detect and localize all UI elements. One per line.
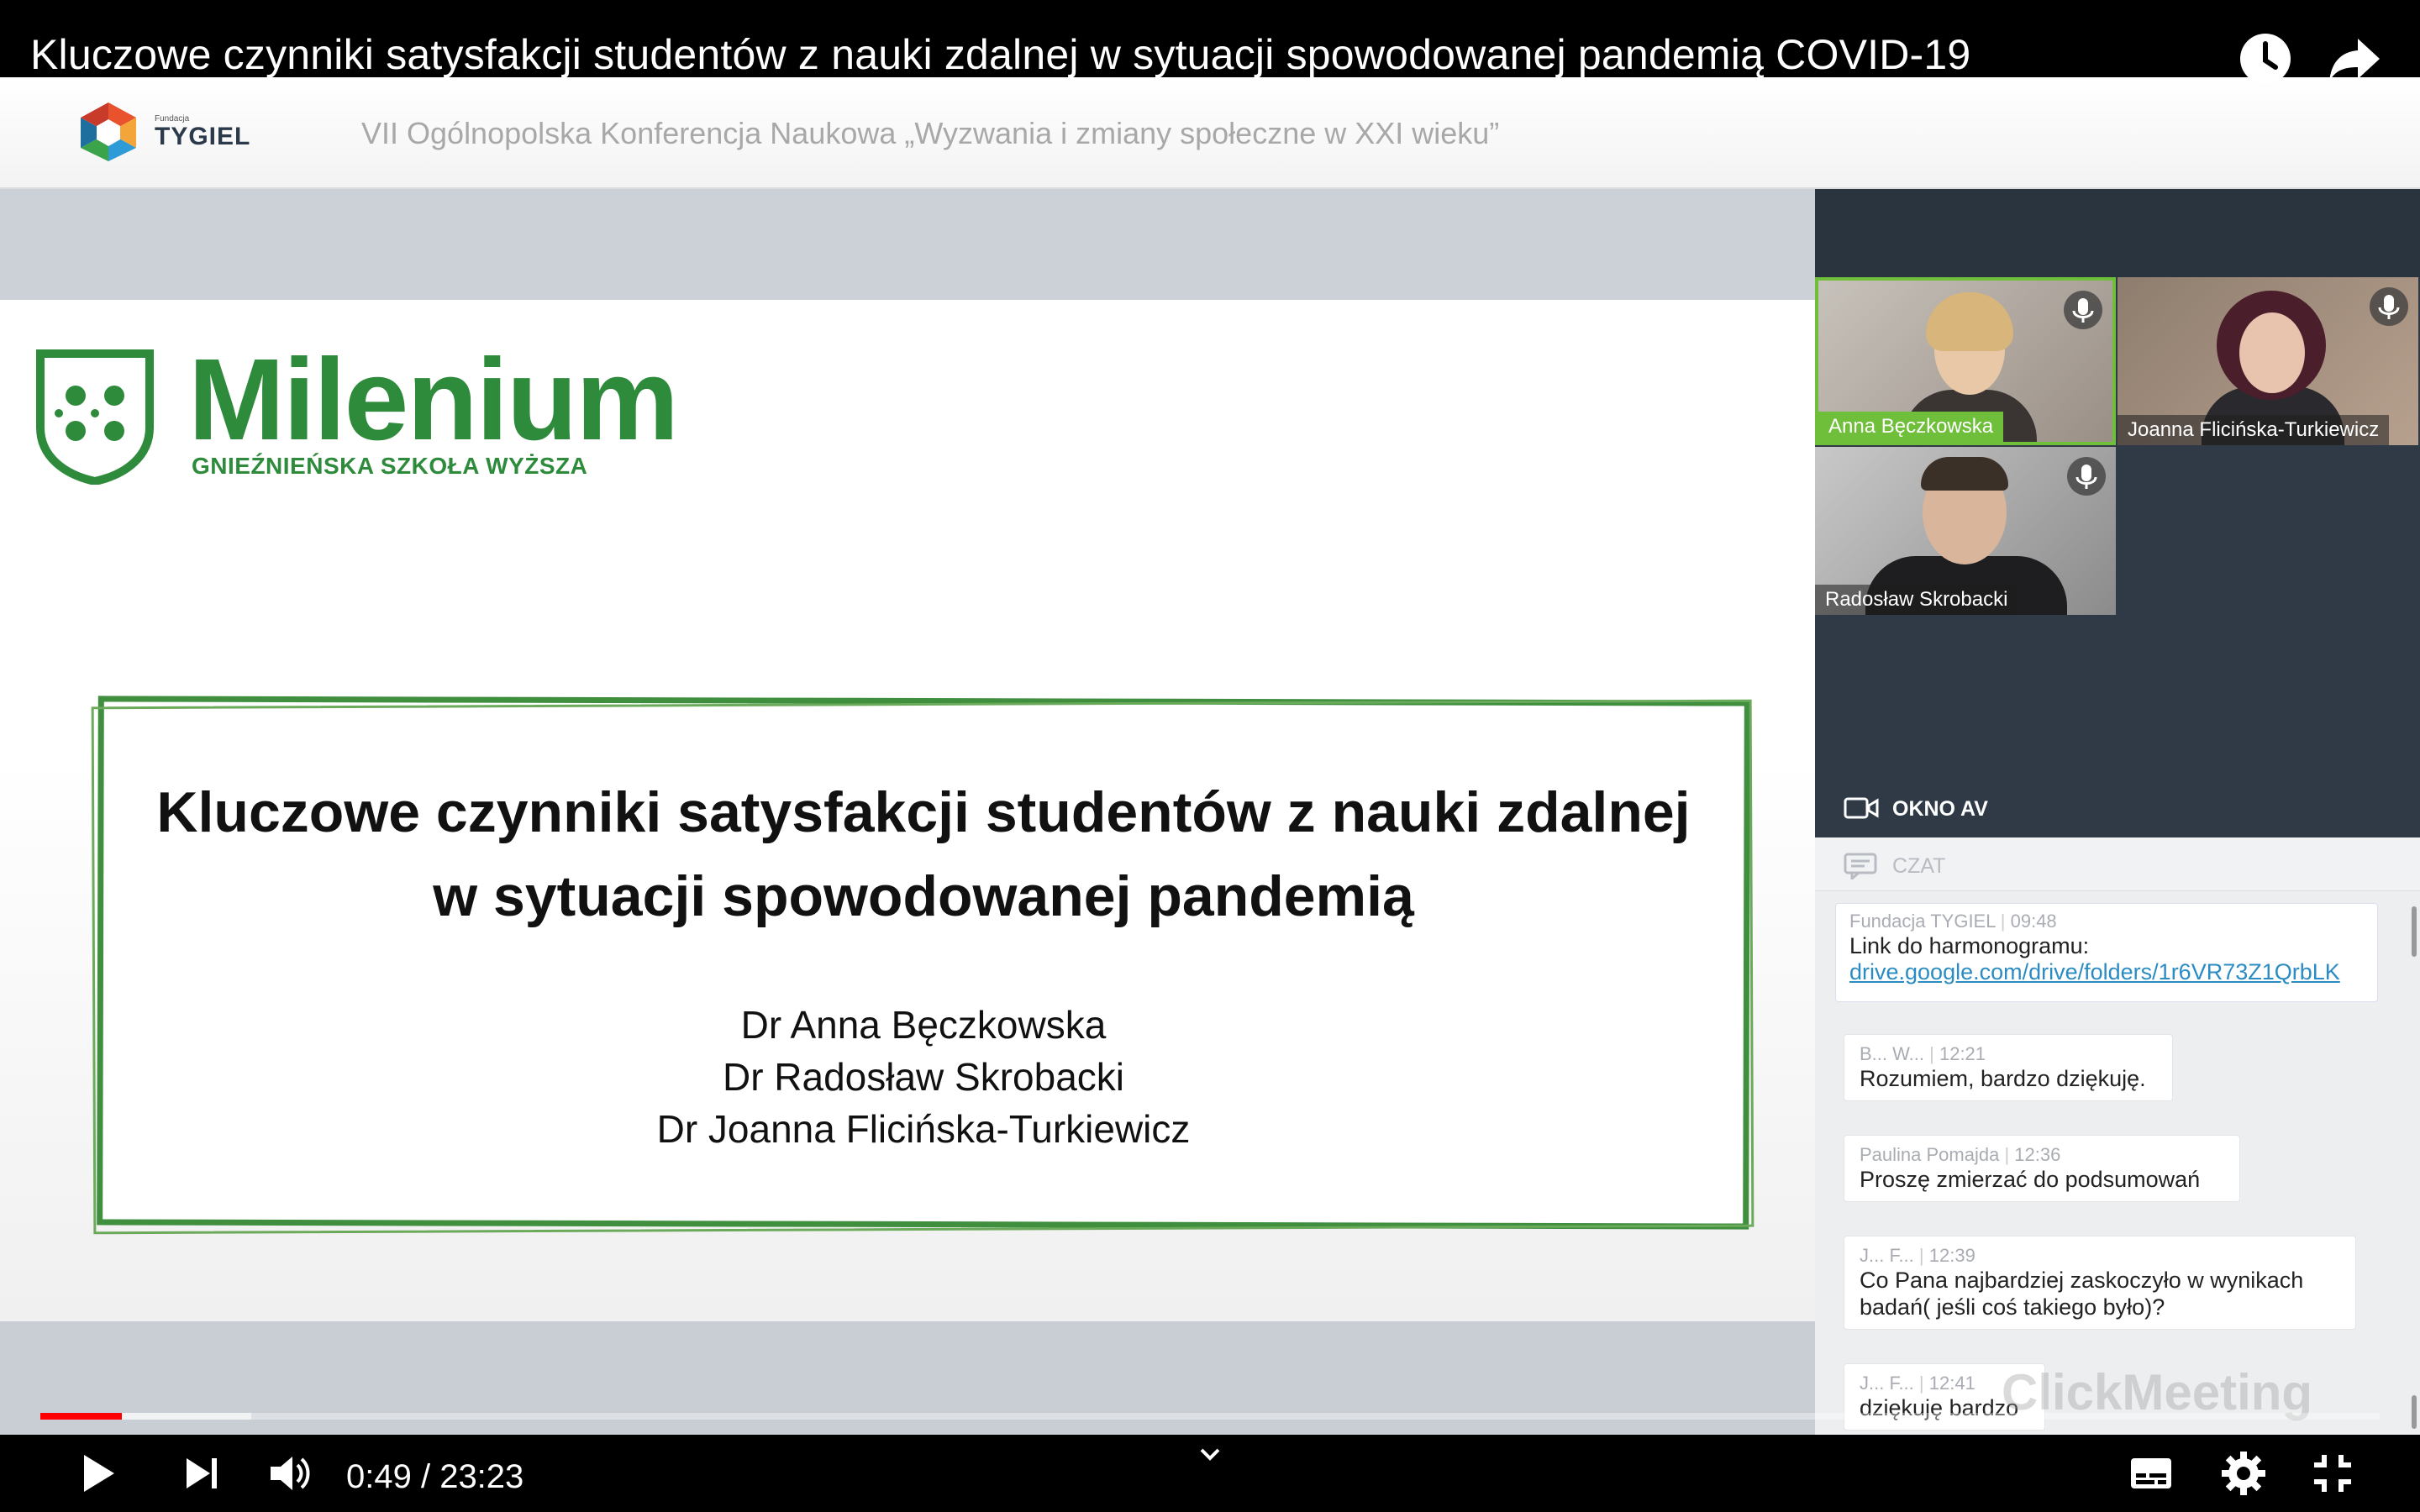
seek-bar[interactable] (40, 1413, 2380, 1420)
video-title[interactable]: Kluczowe czynniki satysfakcji studentów … (30, 30, 1970, 79)
microphone-icon (2370, 287, 2408, 326)
message-author: J... F... (1860, 1245, 1914, 1266)
message-author: B... W... (1860, 1043, 1925, 1064)
participant-tile-anna[interactable]: Anna Bęczkowska (1815, 277, 2116, 445)
message-time: 12:39 (1928, 1245, 1975, 1266)
chat-message: Paulina Pomajda | 12:36 Proszę zmierzać … (1844, 1135, 2240, 1202)
pinned-message: Fundacja TYGIEL | 09:48 Link do harmonog… (1835, 903, 2378, 1002)
participant-tile-radoslaw[interactable]: Radosław Skrobacki (1815, 447, 2116, 615)
message-text: Proszę zmierzać do podsumowań (1860, 1167, 2201, 1192)
player-controls: 0:49 / 23:23 (0, 1435, 2420, 1512)
settings-icon[interactable] (2218, 1448, 2269, 1499)
exit-fullscreen-icon[interactable] (2307, 1448, 2358, 1499)
conference-title: VII Ogólnopolska Konferencja Naukowa „Wy… (361, 116, 1500, 150)
message-author: J... F... (1860, 1373, 1914, 1394)
participant-tile-joanna[interactable]: Joanna Flicińska-Turkiewicz (2118, 277, 2418, 445)
participant-hair (1926, 292, 2013, 351)
chat-label: CZAT (1892, 854, 1946, 878)
participant-name: Anna Bęczkowska (1818, 412, 2004, 442)
participant-name: Joanna Flicińska-Turkiewicz (2118, 415, 2390, 445)
video-title-bar: Kluczowe czynniki satysfakcji studentów … (0, 0, 2420, 84)
chat-message: J... F... | 12:39 Co Pana najbardziej za… (1844, 1236, 2356, 1330)
harmonogram-link[interactable]: drive.google.com/drive/folders/1r6VR73Z1… (1849, 959, 2364, 985)
chat-scrollbar[interactable] (2412, 906, 2417, 957)
panel-top-bar (1815, 189, 2420, 277)
message-time: 12:41 (1928, 1373, 1975, 1394)
av-window-toggle[interactable]: OKNO AV (1815, 779, 2420, 837)
message-time: 09:48 (2010, 911, 2057, 932)
slide-title-line-1: Kluczowe czynniki satysfakcji studentów … (156, 780, 1691, 844)
milenium-shield-icon (36, 349, 154, 485)
tygiel-logo-text: TYGIEL (155, 123, 251, 150)
message-author: Paulina Pomajda (1860, 1144, 2000, 1165)
chevron-down-icon[interactable] (1193, 1438, 1227, 1472)
message-text: Rozumiem, bardzo dziękuję. (1860, 1066, 2146, 1091)
message-meta: Fundacja TYGIEL | 09:48 (1849, 911, 2057, 932)
milenium-brand-name: Milenium (188, 335, 679, 465)
chat-messages[interactable]: Fundacja TYGIEL | 09:48 Link do harmonog… (1815, 891, 2420, 1435)
message-author: Fundacja TYGIEL (1849, 911, 1996, 932)
share-icon[interactable] (2328, 32, 2381, 86)
slide-title: Kluczowe czynniki satysfakcji studentów … (97, 770, 1749, 938)
camera-icon (1844, 797, 1879, 819)
microphone-icon (2064, 291, 2102, 329)
message-text: Link do harmonogramu: (1849, 933, 2090, 958)
slide-authors: Dr Anna Bęczkowska Dr Radosław Skrobacki… (97, 999, 1749, 1155)
conference-header: Fundacja TYGIEL VII Ogólnopolska Konfere… (0, 77, 2420, 189)
message-text: Co Pana najbardziej zaskoczyło w wynikac… (1860, 1268, 2304, 1320)
video-frame[interactable]: Fundacja TYGIEL VII Ogólnopolska Konfere… (0, 77, 2420, 1435)
milenium-brand-sub: GNIEŹNIEŃSKA SZKOŁA WYŻSZA (192, 453, 588, 479)
chat-icon (1844, 853, 1877, 879)
participant-name: Radosław Skrobacki (1815, 585, 2018, 615)
chat-message: B... W... | 12:21 Rozumiem, bardzo dzięk… (1844, 1034, 2173, 1101)
meeting-panel: Anna Bęczkowska Joanna Flicińska-Turkiew… (1815, 189, 2420, 1435)
seek-bar-played (40, 1413, 123, 1420)
participant-face (2239, 312, 2305, 393)
author-1: Dr Anna Bęczkowska (740, 1003, 1107, 1047)
next-icon[interactable] (176, 1448, 227, 1499)
participant-hair (1921, 457, 2008, 491)
slide-area: Milenium GNIEŹNIEŃSKA SZKOŁA WYŻSZA Kluc… (0, 189, 1815, 1435)
chat-scrollbar-lower[interactable] (2412, 1395, 2417, 1429)
av-window-label: OKNO AV (1892, 797, 1988, 821)
chat-toggle[interactable]: CZAT (1815, 837, 2420, 891)
message-time: 12:36 (2014, 1144, 2061, 1165)
message-time: 12:21 (1939, 1043, 1986, 1064)
tygiel-logo-icon (81, 102, 136, 161)
slide-title-line-2: w sytuacji spowodowanej pandemią (433, 864, 1414, 928)
subtitles-icon[interactable] (2126, 1448, 2176, 1499)
clock-icon[interactable] (2238, 32, 2292, 86)
play-icon[interactable] (72, 1448, 123, 1499)
author-2: Dr Radosław Skrobacki (722, 1055, 1125, 1099)
time-display: 0:49 / 23:23 (346, 1458, 524, 1495)
microphone-icon (2067, 457, 2106, 496)
volume-icon[interactable] (264, 1448, 314, 1499)
author-3: Dr Joanna Flicińska-Turkiewicz (656, 1107, 1191, 1151)
presentation-slide: Milenium GNIEŹNIEŃSKA SZKOŁA WYŻSZA Kluc… (0, 300, 1815, 1321)
